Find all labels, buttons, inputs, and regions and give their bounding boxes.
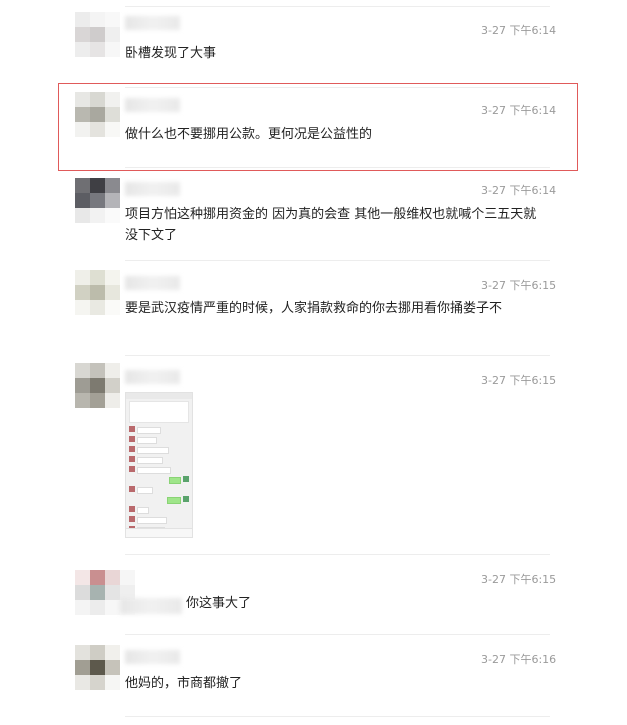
comment-time: 3-27 下午6:14: [481, 104, 557, 117]
username-blurred[interactable]: [125, 182, 180, 196]
divider: [125, 355, 550, 356]
comment-time: 3-27 下午6:15: [481, 374, 557, 387]
avatar[interactable]: [75, 363, 120, 408]
username-blurred[interactable]: [125, 276, 180, 290]
divider: [125, 716, 550, 717]
comment-text: 卧槽发现了大事: [125, 46, 217, 61]
comment-text: 他妈的，市商都撤了: [125, 676, 243, 691]
comment-text: 项目方怕这种挪用资金的 因为真的会查 其他一般维权也就喊个三五天就没下文了: [125, 207, 537, 243]
divider: [125, 634, 550, 635]
comment-time: 3-27 下午6:16: [481, 653, 557, 666]
comment-time: 3-27 下午6:15: [481, 573, 557, 586]
username-blurred[interactable]: [120, 598, 182, 614]
divider: [125, 167, 550, 168]
comment-text: 你这事大了: [186, 596, 252, 611]
comment-time: 3-27 下午6:14: [481, 184, 557, 197]
comment-time: 3-27 下午6:15: [481, 279, 557, 292]
username-blurred[interactable]: [125, 650, 180, 664]
avatar[interactable]: [75, 178, 120, 223]
username-blurred[interactable]: [125, 98, 180, 112]
divider: [125, 260, 550, 261]
comment-time: 3-27 下午6:14: [481, 24, 557, 37]
username-blurred[interactable]: [125, 370, 180, 384]
avatar[interactable]: [75, 270, 120, 315]
avatar[interactable]: [75, 645, 120, 690]
thumbnail-shared-card: [129, 401, 189, 423]
username-blurred[interactable]: [125, 16, 180, 30]
divider: [125, 6, 550, 7]
avatar[interactable]: [75, 92, 120, 137]
divider: [125, 554, 550, 555]
thumbnail-status-bar: [126, 393, 192, 399]
chat-screenshot-image[interactable]: [125, 392, 193, 538]
comment-text: 做什么也不要挪用公款。更何况是公益性的: [125, 127, 373, 142]
thumbnail-input-bar: [126, 528, 192, 537]
comment-text: 要是武汉疫情严重的时候，人家捐款救命的你去挪用看你捅娄子不: [125, 301, 503, 316]
avatar[interactable]: [75, 12, 120, 57]
